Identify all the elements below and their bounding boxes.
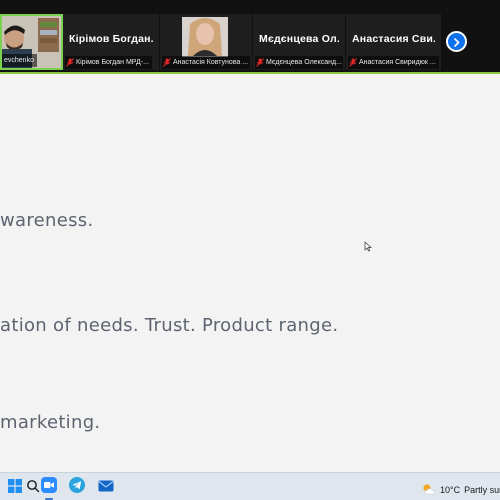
participant-name: Анастасія Ковтунова ... <box>173 59 249 66</box>
participant-display-name: Мєдєнцева Ол... <box>259 33 339 45</box>
participant-strip: evchenko Кірімов Богдан... Кірімов Богда… <box>0 0 500 73</box>
next-participants-button[interactable] <box>446 31 467 52</box>
mic-muted-icon <box>66 58 74 67</box>
participant-name-label: Анастасия Свиридюк ... <box>348 56 439 69</box>
partly-sunny-icon <box>422 480 436 499</box>
slide-text-line-1: wareness. <box>0 210 94 231</box>
participant-name: evchenko <box>4 57 34 64</box>
zoom-icon <box>41 477 57 497</box>
participant-tile-5[interactable]: Анастасия Сви... Анастасия Свиридюк ... <box>346 14 441 70</box>
mail-icon <box>98 478 114 497</box>
slide-text-line-3: marketing. <box>0 412 101 433</box>
slide-text-line-2: ation of needs. Trust. Product range. <box>0 315 339 336</box>
weather-description: Partly sunny <box>464 484 500 495</box>
mouse-cursor-icon <box>364 237 372 252</box>
taskbar-telegram-app[interactable] <box>67 477 87 497</box>
participant-tile-2[interactable]: Кірімов Богдан... Кірімов Богдан МРД-... <box>63 14 159 70</box>
participant-display-name: Кірімов Богдан... <box>69 33 153 45</box>
participant-display-name: Анастасия Сви... <box>352 33 435 45</box>
participant-name-label: Анастасія Ковтунова ... <box>162 56 251 69</box>
participant-tile-4[interactable]: Мєдєнцева Ол... Мєдєнцева Олександ... <box>253 14 345 70</box>
participant-name-label: Кірімов Богдан МРД-... <box>65 56 152 69</box>
mic-muted-icon <box>163 58 171 67</box>
participant-tile-3[interactable]: Анастасія Ковтунова ... <box>160 14 252 70</box>
mic-muted-icon <box>256 58 264 67</box>
participant-tile-1[interactable]: evchenko <box>0 14 63 70</box>
weather-widget[interactable]: 10°C Partly sunny <box>422 480 500 499</box>
participant-name: Анастасия Свиридюк ... <box>359 59 436 66</box>
weather-temperature: 10°C <box>440 484 461 495</box>
telegram-icon <box>69 477 85 497</box>
participant-name-label: Мєдєнцева Олександ... <box>255 56 344 69</box>
search-icon <box>26 478 40 497</box>
taskbar-mail-app[interactable] <box>96 477 116 497</box>
taskbar-zoom-app[interactable] <box>39 477 59 500</box>
participant-name: Кірімов Богдан МРД-... <box>76 59 149 66</box>
shared-screen-slide: wareness. ation of needs. Trust. Product… <box>0 74 500 472</box>
chevron-right-icon <box>452 32 461 51</box>
mic-muted-icon <box>349 58 357 67</box>
start-button[interactable] <box>5 477 25 497</box>
windows-start-icon <box>8 478 22 497</box>
participant-name: Мєдєнцева Олександ... <box>266 59 342 66</box>
participant-name-label: evchenko <box>2 54 37 67</box>
